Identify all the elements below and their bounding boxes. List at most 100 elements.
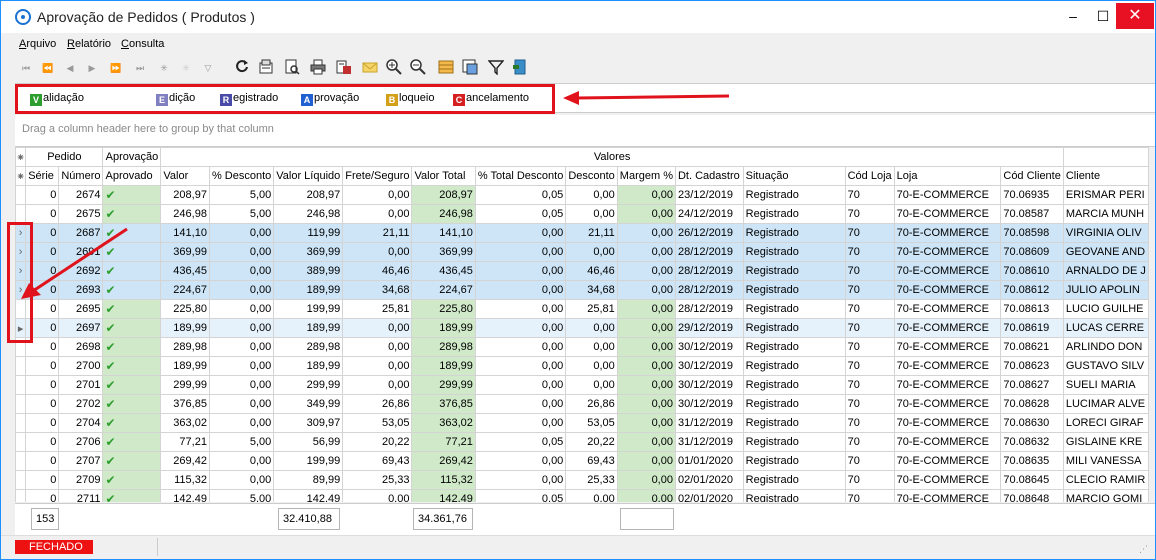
row-indicator[interactable] <box>15 375 27 395</box>
cell-desc[interactable]: 69,43 <box>565 451 618 471</box>
cell-cli[interactable]: MARCIA MUNH <box>1062 204 1149 224</box>
legend-edicao[interactable]: Edição <box>156 92 195 106</box>
cell-frete[interactable]: 0,00 <box>342 356 413 376</box>
cell-cli[interactable]: CLECIO RAMIR <box>1062 470 1149 490</box>
column-header[interactable]: Situação <box>742 166 846 186</box>
cell-ptdesc[interactable]: 0,05 <box>474 489 567 502</box>
table-row[interactable]: › 0 2692 ✔ 436,45 0,00 389,99 46,46 436,45 0,00 46… <box>15 261 1149 281</box>
cell-sit[interactable]: Registrado <box>742 299 846 319</box>
table-row[interactable]: 0 2706 ✔ 77,21 5,00 56,99 20,22 77,21 0,05 20,22 0… <box>15 432 1149 452</box>
cell-vtotal[interactable]: 142,49 <box>411 489 476 502</box>
cell-valor[interactable]: 142,49 <box>160 489 210 502</box>
cell-frete[interactable]: 21,11 <box>342 223 413 243</box>
band-aprovacao[interactable]: Aprovação <box>102 147 162 167</box>
cell-loja[interactable]: 70-E-COMMERCE <box>893 261 1002 281</box>
cell-ptdesc[interactable]: 0,00 <box>474 280 567 300</box>
cell-vliq[interactable]: 189,99 <box>273 318 344 338</box>
cell-serie[interactable]: 0 <box>25 185 60 205</box>
cell-margem[interactable]: 0,00 <box>616 356 676 376</box>
cell-sit[interactable]: Registrado <box>742 375 846 395</box>
cell-dt[interactable]: 02/01/2020 <box>674 470 744 490</box>
cell-vtotal[interactable]: 189,99 <box>411 318 476 338</box>
cell-valor[interactable]: 246,98 <box>160 204 210 224</box>
cell-numero[interactable]: 2701 <box>58 375 104 395</box>
legend-aprovacao[interactable]: Aprovação <box>301 92 359 106</box>
cell-pdesc[interactable]: 0,00 <box>208 318 275 338</box>
cell-pdesc[interactable]: 0,00 <box>208 394 275 414</box>
table-row[interactable]: 0 2709 ✔ 115,32 0,00 89,99 25,33 115,32 0,00 25,3… <box>15 470 1149 490</box>
cell-margem[interactable]: 0,00 <box>616 280 676 300</box>
cell-vtotal[interactable]: 189,99 <box>411 356 476 376</box>
cell-codloja[interactable]: 70 <box>844 394 895 414</box>
table-row[interactable]: 0 2704 ✔ 363,02 0,00 309,97 53,05 363,02 0,00 53,… <box>15 413 1149 433</box>
column-header[interactable]: Aprovado <box>102 166 162 186</box>
row-indicator[interactable] <box>15 185 27 205</box>
cell-dt[interactable]: 30/12/2019 <box>674 356 744 376</box>
prior-page-icon[interactable]: ⏪ <box>39 59 57 77</box>
cell-dt[interactable]: 28/12/2019 <box>674 280 744 300</box>
cell-vtotal[interactable]: 369,99 <box>411 242 476 262</box>
cell-dt[interactable]: 31/12/2019 <box>674 413 744 433</box>
cell-pdesc[interactable]: 0,00 <box>208 280 275 300</box>
cell-numero[interactable]: 2711 <box>58 489 104 502</box>
cell-frete[interactable]: 0,00 <box>342 375 413 395</box>
cell-vliq[interactable]: 299,99 <box>273 375 344 395</box>
cell-pdesc[interactable]: 5,00 <box>208 489 275 502</box>
cell-codcli[interactable]: 70.08645 <box>1000 470 1064 490</box>
cell-valor[interactable]: 289,98 <box>160 337 210 357</box>
group-by-panel[interactable]: Drag a column header here to group by th… <box>15 115 1155 147</box>
column-header[interactable]: Valor Total <box>411 166 476 186</box>
cell-codloja[interactable]: 70 <box>844 337 895 357</box>
band-valores[interactable]: Valores <box>160 147 1064 167</box>
approved-check-icon[interactable]: ✔ <box>102 375 162 395</box>
cell-vtotal[interactable]: 246,98 <box>411 204 476 224</box>
cell-pdesc[interactable]: 0,00 <box>208 413 275 433</box>
cell-vliq[interactable]: 309,97 <box>273 413 344 433</box>
table-row[interactable]: 0 2700 ✔ 189,99 0,00 189,99 0,00 189,99 0,00 0,00… <box>15 356 1149 376</box>
cell-ptdesc[interactable]: 0,00 <box>474 356 567 376</box>
cell-codloja[interactable]: 70 <box>844 204 895 224</box>
legend-bloqueio[interactable]: Bloqueio <box>386 92 434 106</box>
row-indicator[interactable] <box>15 356 27 376</box>
column-header[interactable]: Cód Loja <box>844 166 895 186</box>
cell-codloja[interactable]: 70 <box>844 470 895 490</box>
cell-margem[interactable]: 0,00 <box>616 451 676 471</box>
cell-frete[interactable]: 69,43 <box>342 451 413 471</box>
cell-ptdesc[interactable]: 0,00 <box>474 375 567 395</box>
cell-desc[interactable]: 0,00 <box>565 375 618 395</box>
cell-margem[interactable]: 0,00 <box>616 242 676 262</box>
cell-valor[interactable]: 376,85 <box>160 394 210 414</box>
cell-vliq[interactable]: 119,99 <box>273 223 344 243</box>
cell-frete[interactable]: 25,81 <box>342 299 413 319</box>
cell-ptdesc[interactable]: 0,00 <box>474 413 567 433</box>
cell-margem[interactable]: 0,00 <box>616 394 676 414</box>
cell-valor[interactable]: 77,21 <box>160 432 210 452</box>
cell-sit[interactable]: Registrado <box>742 356 846 376</box>
cell-sit[interactable]: Registrado <box>742 223 846 243</box>
cell-codloja[interactable]: 70 <box>844 299 895 319</box>
cell-serie[interactable]: 0 <box>25 394 60 414</box>
column-header[interactable]: Loja <box>893 166 1002 186</box>
approved-check-icon[interactable]: ✔ <box>102 432 162 452</box>
table-row[interactable]: 0 2695 ✔ 225,80 0,00 199,99 25,81 225,80 0,00 25,… <box>15 299 1149 319</box>
cell-codcli[interactable]: 70.08621 <box>1000 337 1064 357</box>
approved-check-icon[interactable]: ✔ <box>102 204 162 224</box>
cell-codcli[interactable]: 70.08609 <box>1000 242 1064 262</box>
cell-codcli[interactable]: 70.08627 <box>1000 375 1064 395</box>
cell-desc[interactable]: 0,00 <box>565 204 618 224</box>
cell-desc[interactable]: 25,81 <box>565 299 618 319</box>
cell-vtotal[interactable]: 436,45 <box>411 261 476 281</box>
cell-loja[interactable]: 70-E-COMMERCE <box>893 337 1002 357</box>
cell-cli[interactable]: LUCIMAR ALVE <box>1062 394 1149 414</box>
cell-numero[interactable]: 2707 <box>58 451 104 471</box>
cell-dt[interactable]: 02/01/2020 <box>674 489 744 502</box>
cell-loja[interactable]: 70-E-COMMERCE <box>893 280 1002 300</box>
cell-frete[interactable]: 53,05 <box>342 413 413 433</box>
approved-check-icon[interactable]: ✔ <box>102 413 162 433</box>
cell-loja[interactable]: 70-E-COMMERCE <box>893 242 1002 262</box>
cell-vliq[interactable]: 199,99 <box>273 299 344 319</box>
cell-codloja[interactable]: 70 <box>844 451 895 471</box>
cell-frete[interactable]: 0,00 <box>342 489 413 502</box>
close-button[interactable]: ✕ <box>1116 3 1154 29</box>
cell-cli[interactable]: GUSTAVO SILV <box>1062 356 1149 376</box>
